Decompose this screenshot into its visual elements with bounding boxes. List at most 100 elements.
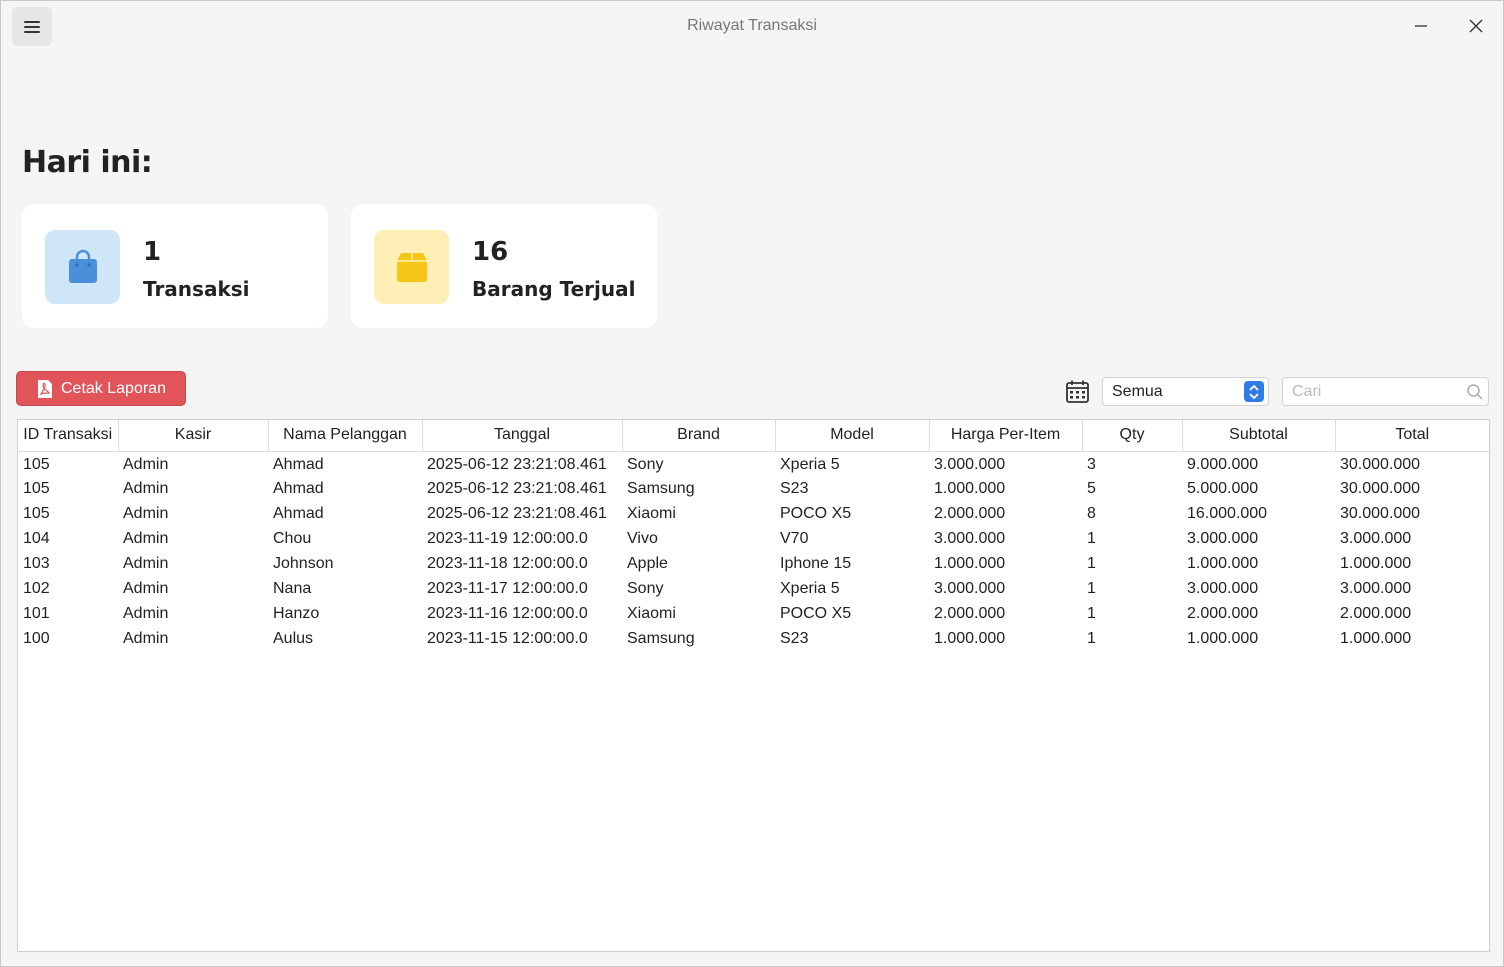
column-header-harga-per-item[interactable]: Harga Per-Item — [929, 420, 1083, 452]
cell-nama-pelanggan: Ahmad — [273, 479, 324, 497]
table-row[interactable]: 101 Admin Hanzo 2023-11-16 12:00:00.0 Xiaomi… — [18, 601, 1489, 626]
cell-harga-per-item: 1.000.000 — [934, 629, 1006, 647]
select-arrows-icon — [1244, 381, 1264, 402]
cell-harga-per-item: 3.000.000 — [934, 529, 1006, 547]
cell-kasir: Admin — [123, 629, 169, 647]
cell-subtotal: 9.000.000 — [1187, 455, 1259, 473]
cell-total: 1.000.000 — [1340, 629, 1412, 647]
table-row[interactable]: 105 Admin Ahmad 2025-06-12 23:21:08.461 Xiao… — [18, 501, 1489, 526]
box-icon-tile — [374, 230, 449, 304]
cell-subtotal: 3.000.000 — [1187, 529, 1259, 547]
cell-brand: Vivo — [627, 529, 658, 547]
cell-kasir: Admin — [123, 504, 169, 522]
cell-kasir: Admin — [123, 579, 169, 597]
items-sold-label: Barang Terjual — [472, 277, 636, 301]
column-header-qty[interactable]: Qty — [1082, 420, 1183, 452]
column-header-kasir[interactable]: Kasir — [118, 420, 269, 452]
cell-kasir: Admin — [123, 455, 169, 473]
cell-tanggal: 2023-11-16 12:00:00.0 — [427, 604, 588, 622]
cell-nama-pelanggan: Nana — [273, 579, 312, 597]
cell-total: 30.000.000 — [1340, 504, 1421, 522]
cell-brand: Samsung — [627, 629, 695, 647]
calendar-icon-graphic — [1066, 380, 1089, 403]
cell-total: 3.000.000 — [1340, 579, 1412, 597]
table-header-row: ID Transaksi Kasir Nama Pelanggan Tanggal Br… — [18, 420, 1489, 452]
cell-subtotal: 3.000.000 — [1187, 579, 1259, 597]
column-header-nama-pelanggan[interactable]: Nama Pelanggan — [268, 420, 423, 452]
cell-id: 105 — [23, 479, 50, 497]
cell-model: V70 — [780, 529, 809, 547]
cell-harga-per-item: 2.000.000 — [934, 504, 1006, 522]
cell-id: 105 — [23, 504, 50, 522]
column-header-id[interactable]: ID Transaksi — [18, 420, 119, 452]
table-body: 105 Admin Ahmad 2025-06-12 23:21:08.461 Sony… — [18, 451, 1489, 651]
cell-qty: 5 — [1087, 479, 1096, 497]
cell-tanggal: 2023-11-17 12:00:00.0 — [427, 579, 588, 597]
print-report-button[interactable]: Cetak Laporan — [16, 371, 186, 406]
minimize-icon — [1415, 25, 1427, 27]
column-header-subtotal[interactable]: Subtotal — [1182, 420, 1336, 452]
cell-total: 1.000.000 — [1340, 554, 1412, 572]
close-icon — [1469, 19, 1483, 33]
cell-total: 3.000.000 — [1340, 529, 1412, 547]
cell-brand: Samsung — [627, 479, 695, 497]
cell-qty: 1 — [1087, 629, 1096, 647]
cell-harga-per-item: 3.000.000 — [934, 579, 1006, 597]
cell-tanggal: 2025-06-12 23:21:08.461 — [427, 479, 607, 497]
cell-model: Iphone 15 — [780, 554, 852, 572]
table-row[interactable]: 105 Admin Ahmad 2025-06-12 23:21:08.461 Sony… — [18, 451, 1489, 476]
cell-tanggal: 2023-11-19 12:00:00.0 — [427, 529, 588, 547]
print-report-label: Cetak Laporan — [61, 379, 166, 397]
cell-nama-pelanggan: Ahmad — [273, 455, 324, 473]
cell-brand: Xiaomi — [627, 504, 676, 522]
cell-nama-pelanggan: Ahmad — [273, 504, 324, 522]
cell-id: 101 — [23, 604, 50, 622]
page-heading: Hari ini: — [22, 145, 153, 180]
column-header-tanggal[interactable]: Tanggal — [422, 420, 623, 452]
transactions-table: ID Transaksi Kasir Nama Pelanggan Tanggal Br… — [17, 419, 1490, 952]
cell-model: Xperia 5 — [780, 579, 840, 597]
cell-brand: Sony — [627, 455, 664, 473]
table-row[interactable]: 103 Admin Johnson 2023-11-18 12:00:00.0 Appl… — [18, 551, 1489, 576]
cell-total: 30.000.000 — [1340, 479, 1421, 497]
cell-nama-pelanggan: Johnson — [273, 554, 334, 572]
column-header-brand[interactable]: Brand — [622, 420, 776, 452]
cell-tanggal: 2023-11-18 12:00:00.0 — [427, 554, 588, 572]
calendar-icon[interactable] — [1065, 379, 1090, 404]
cell-harga-per-item: 1.000.000 — [934, 554, 1006, 572]
column-header-total[interactable]: Total — [1335, 420, 1489, 452]
window-title: Riwayat Transaksi — [687, 17, 817, 34]
cell-subtotal: 5.000.000 — [1187, 479, 1259, 497]
date-filter-select[interactable]: Semua — [1102, 377, 1269, 406]
close-button[interactable] — [1461, 11, 1491, 41]
table-row[interactable]: 100 Admin Aulus 2023-11-15 12:00:00.0 Samsun… — [18, 626, 1489, 651]
cell-nama-pelanggan: Aulus — [273, 629, 314, 647]
minimize-button[interactable] — [1406, 11, 1436, 41]
box-icon — [396, 253, 427, 282]
table-row[interactable]: 105 Admin Ahmad 2025-06-12 23:21:08.461 Sams… — [18, 476, 1489, 501]
column-header-model[interactable]: Model — [775, 420, 930, 452]
cell-harga-per-item: 3.000.000 — [934, 455, 1006, 473]
cell-subtotal: 1.000.000 — [1187, 629, 1259, 647]
cell-id: 102 — [23, 579, 50, 597]
cell-model: POCO X5 — [780, 604, 852, 622]
cell-subtotal: 1.000.000 — [1187, 554, 1259, 572]
cell-id: 105 — [23, 455, 50, 473]
stat-card-transaksi: 1 Transaksi — [22, 204, 328, 328]
cell-qty: 1 — [1087, 529, 1096, 547]
cell-qty: 8 — [1087, 504, 1096, 522]
search-input[interactable] — [1282, 377, 1489, 406]
cell-brand: Apple — [627, 554, 668, 572]
cell-kasir: Admin — [123, 554, 169, 572]
table-row[interactable]: 104 Admin Chou 2023-11-19 12:00:00.0 Vivo V70… — [18, 526, 1489, 551]
transaction-count: 1 — [143, 237, 162, 267]
cell-model: Xperia 5 — [780, 455, 840, 473]
cell-qty: 1 — [1087, 604, 1096, 622]
cell-model: S23 — [780, 479, 809, 497]
table-row[interactable]: 102 Admin Nana 2023-11-17 12:00:00.0 Sony Xpe… — [18, 576, 1489, 601]
cell-model: POCO X5 — [780, 504, 852, 522]
cell-kasir: Admin — [123, 604, 169, 622]
cell-harga-per-item: 1.000.000 — [934, 479, 1006, 497]
cell-tanggal: 2023-11-15 12:00:00.0 — [427, 629, 588, 647]
shopping-bag-icon — [68, 249, 97, 283]
